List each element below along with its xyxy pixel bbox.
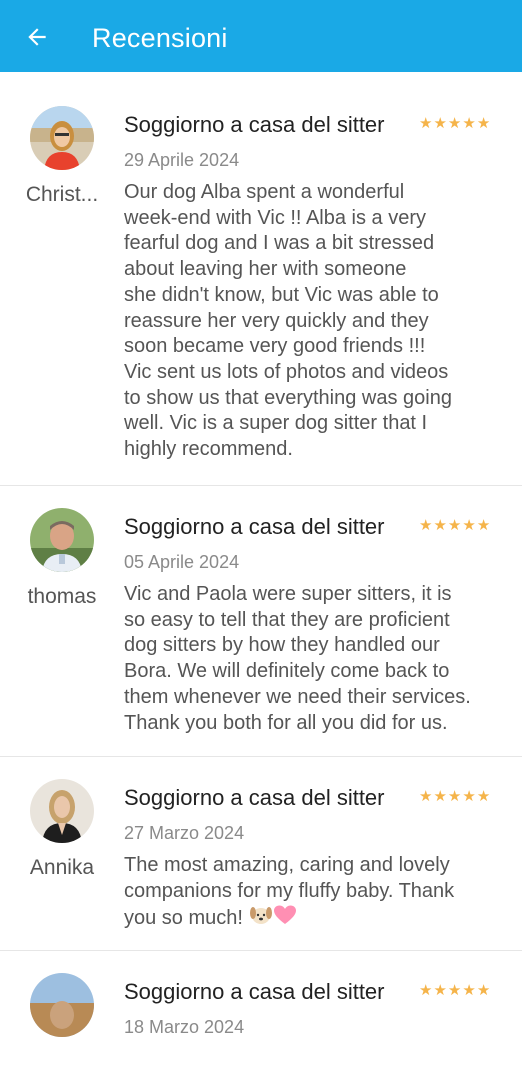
review-line: she didn't know, but Vic was able to [124, 283, 439, 306]
review-item: Christ... Soggiorno a casa del sitter ★ … [0, 84, 522, 486]
avatar[interactable] [30, 973, 94, 1037]
avatar[interactable] [30, 106, 94, 170]
review-line: week-end with Vic !! Alba is a very [124, 206, 426, 229]
dog-face-emoji [249, 904, 273, 934]
star-icon: ★ [447, 788, 462, 805]
review-date: 29 Aprile 2024 [124, 150, 240, 170]
review-date: 05 Aprile 2024 [124, 552, 240, 572]
review-line: reassure her very quickly and they [124, 309, 429, 332]
review-line: well. Vic is a super dog sitter that I [124, 412, 428, 435]
star-icon: ★ [476, 788, 491, 805]
star-icon: ★ [476, 982, 491, 999]
star-icon: ★ [419, 788, 433, 805]
review-title: Soggiorno a casa del sitter [124, 785, 385, 810]
review-item: Annika Soggiorno a casa del sitter ★ ★ ★… [0, 757, 522, 951]
review-text: The most amazing, caring and lovely comp… [124, 853, 504, 934]
star-icon: ★ [433, 115, 447, 132]
star-icon: ★ [476, 517, 491, 534]
avatar[interactable] [30, 508, 94, 572]
star-icon: ★ [433, 982, 447, 999]
pink-heart-emoji [273, 904, 297, 934]
review-line: them whenever we need their services. [124, 685, 471, 708]
star-icon: ★ [462, 788, 476, 805]
review-line: The most amazing, caring and lovely [124, 854, 450, 876]
review-line: to show us that everything was going [124, 386, 452, 409]
star-icon: ★ [419, 982, 433, 999]
review-line: Thank you both for all you did for us. [124, 711, 448, 734]
avatar[interactable] [30, 779, 94, 843]
star-icon: ★ [447, 982, 462, 999]
review-line: about leaving her with someone [124, 258, 407, 281]
rating-stars: ★ ★ ★ ★ ★ [419, 516, 490, 536]
back-button[interactable] [22, 22, 52, 52]
star-icon: ★ [462, 115, 476, 132]
review-title: Soggiorno a casa del sitter [124, 979, 385, 1004]
star-icon: ★ [447, 517, 462, 534]
rating-stars: ★ ★ ★ ★ ★ [419, 114, 490, 134]
review-item: Soggiorno a casa del sitter ★ ★ ★ ★ ★ 18… [0, 951, 522, 1071]
review-line: Our dog Alba spent a wonderful [124, 181, 405, 203]
review-line: fearful dog and I was a bit stressed [124, 232, 435, 255]
review-line: companions for my fluffy baby. Thank [124, 879, 455, 902]
star-icon: ★ [462, 517, 476, 534]
star-icon: ★ [419, 517, 433, 534]
review-item: thomas Soggiorno a casa del sitter ★ ★ ★… [0, 486, 522, 757]
star-icon: ★ [433, 788, 447, 805]
review-date: 27 Marzo 2024 [124, 823, 245, 843]
review-line: highly recommend. [124, 438, 293, 461]
app-bar: Recensioni [0, 0, 522, 72]
star-icon: ★ [462, 982, 476, 999]
review-line: Vic sent us lots of photos and videos [124, 360, 449, 383]
review-date: 18 Marzo 2024 [124, 1017, 245, 1037]
review-line-text: you so much! [124, 907, 243, 930]
reviewer-name: Christ... [25, 183, 99, 206]
reviewer-name: thomas [27, 585, 97, 608]
review-line: so easy to tell that they are proficient [124, 608, 450, 631]
reviewer-name: Annika [29, 856, 95, 879]
review-line: Vic and Paola were super sitters, it is [124, 583, 452, 605]
rating-stars: ★ ★ ★ ★ ★ [419, 787, 490, 807]
page-title: Recensioni [92, 23, 228, 53]
review-line: soon became very good friends !!! [124, 335, 426, 358]
review-list[interactable]: Christ... Soggiorno a casa del sitter ★ … [0, 84, 522, 1071]
review-line: you so much! [124, 904, 504, 934]
star-icon: ★ [476, 115, 491, 132]
review-line: dog sitters by how they handled our [124, 634, 440, 657]
review-text: Our dog Alba spent a wonderful week-end … [124, 180, 504, 463]
star-icon: ★ [447, 115, 462, 132]
review-text: Vic and Paola were super sitters, it is … [124, 582, 504, 736]
rating-stars: ★ ★ ★ ★ ★ [419, 981, 490, 1001]
review-line: Bora. We will definitely come back to [124, 660, 450, 683]
star-icon: ★ [419, 115, 433, 132]
review-title: Soggiorno a casa del sitter [124, 112, 385, 137]
star-icon: ★ [433, 517, 447, 534]
review-title: Soggiorno a casa del sitter [124, 514, 385, 539]
arrow-left-icon [28, 28, 46, 46]
